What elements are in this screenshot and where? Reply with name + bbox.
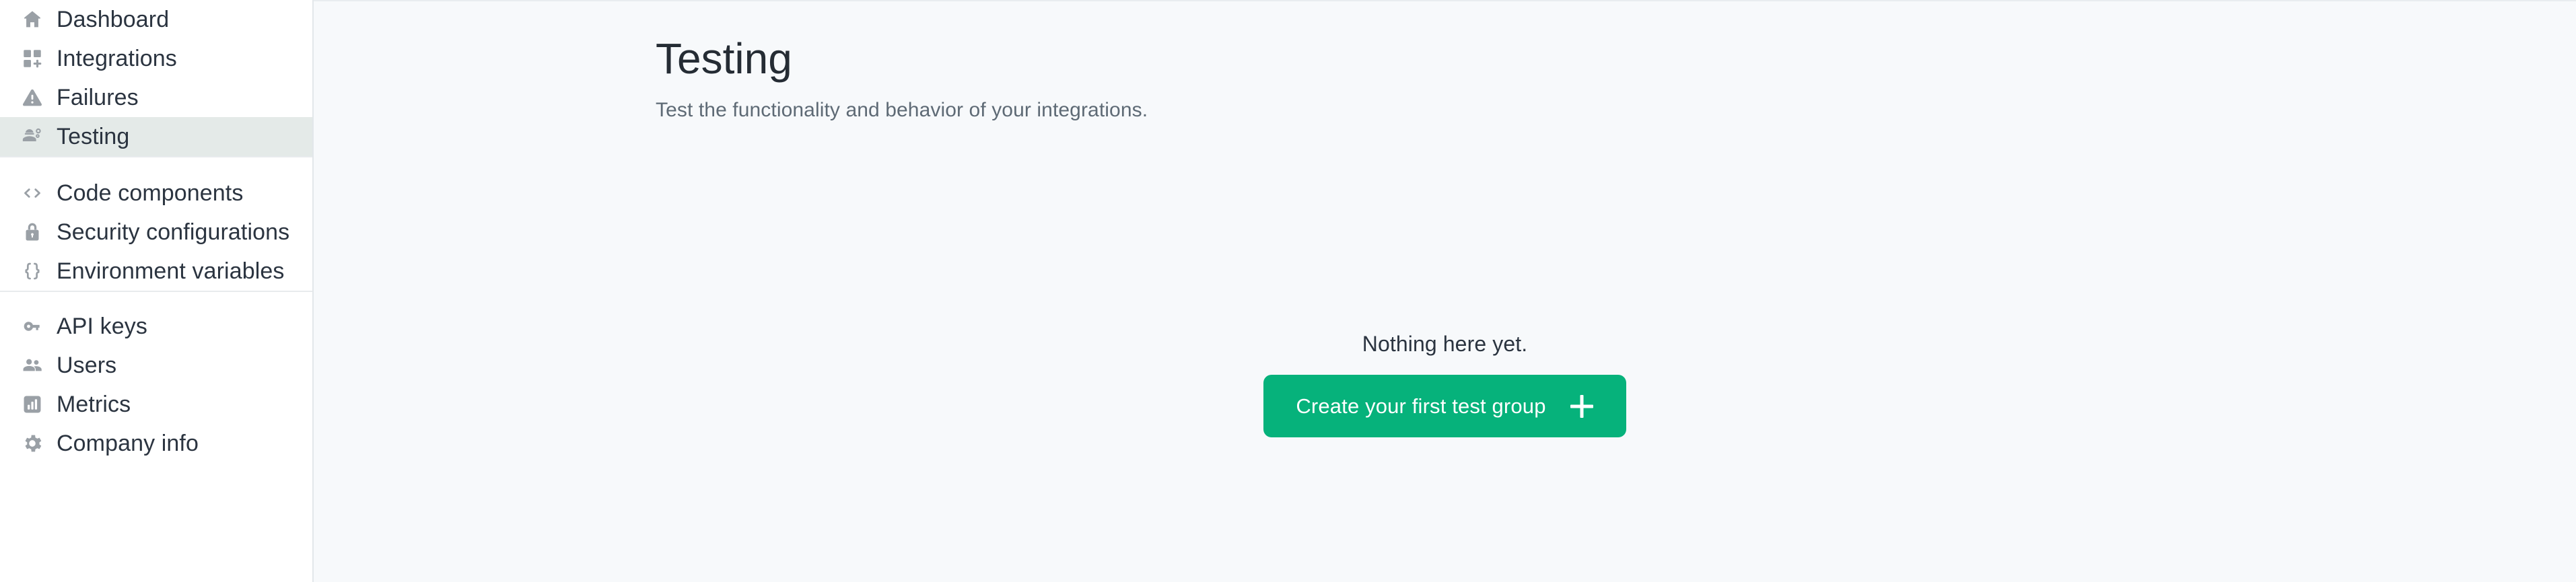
sidebar-item-label: Security configurations [57,219,290,245]
home-icon [19,6,46,33]
sidebar-item-label: Integrations [57,46,177,71]
sidebar-item-users[interactable]: Users [0,346,312,385]
sidebar-item-label: Failures [57,85,139,110]
sidebar-item-label: Metrics [57,392,131,417]
sidebar: Dashboard Integrations Failures Testing … [0,0,314,582]
sidebar-item-label: Environment variables [57,258,285,284]
people-icon [19,352,46,379]
page-header: Testing Test the functionality and behav… [314,1,2576,122]
sidebar-item-integrations[interactable]: Integrations [0,39,312,78]
sidebar-item-testing[interactable]: Testing [0,117,312,156]
sidebar-item-label: Code components [57,180,244,206]
key-icon [19,313,46,340]
empty-state-message: Nothing here yet. [1362,332,1528,356]
sidebar-item-label: Users [57,353,117,378]
sidebar-item-company-info[interactable]: Company info [0,424,312,463]
sidebar-item-label: Company info [57,431,199,456]
sidebar-item-security-configurations[interactable]: Security configurations [0,213,312,252]
empty-state: Nothing here yet. Create your first test… [314,331,2576,437]
sidebar-item-failures[interactable]: Failures [0,78,312,117]
sidebar-item-api-keys[interactable]: API keys [0,307,312,346]
warning-triangle-icon [19,84,46,111]
gear-icon [19,430,46,457]
code-brackets-icon [19,180,46,207]
sidebar-item-label: API keys [57,314,147,339]
page-subtitle: Test the functionality and behavior of y… [656,99,1148,121]
create-test-group-button[interactable]: Create your first test group [1263,375,1626,437]
page-title: Testing [656,34,792,83]
sidebar-item-code-components[interactable]: Code components [0,174,312,213]
sidebar-item-environment-variables[interactable]: Environment variables [0,252,312,291]
create-test-group-button-label: Create your first test group [1296,394,1546,418]
sidebar-group-primary: Dashboard Integrations Failures Testing [0,0,312,156]
grid-add-icon [19,45,46,72]
lock-icon [19,219,46,246]
engineering-icon [19,123,46,150]
sidebar-item-label: Testing [57,124,130,149]
sidebar-item-metrics[interactable]: Metrics [0,385,312,424]
main-content: Testing Test the functionality and behav… [314,0,2576,582]
bar-chart-icon [19,391,46,418]
app-root: Dashboard Integrations Failures Testing … [0,0,2576,582]
sidebar-group-account: API keys Users Metrics Company info [0,292,312,463]
sidebar-item-label: Dashboard [57,7,170,32]
curly-braces-icon [19,258,46,285]
sidebar-item-dashboard[interactable]: Dashboard [0,0,312,39]
sidebar-group-developer: Code components Security configurations [0,157,312,291]
plus-icon [1569,394,1595,419]
